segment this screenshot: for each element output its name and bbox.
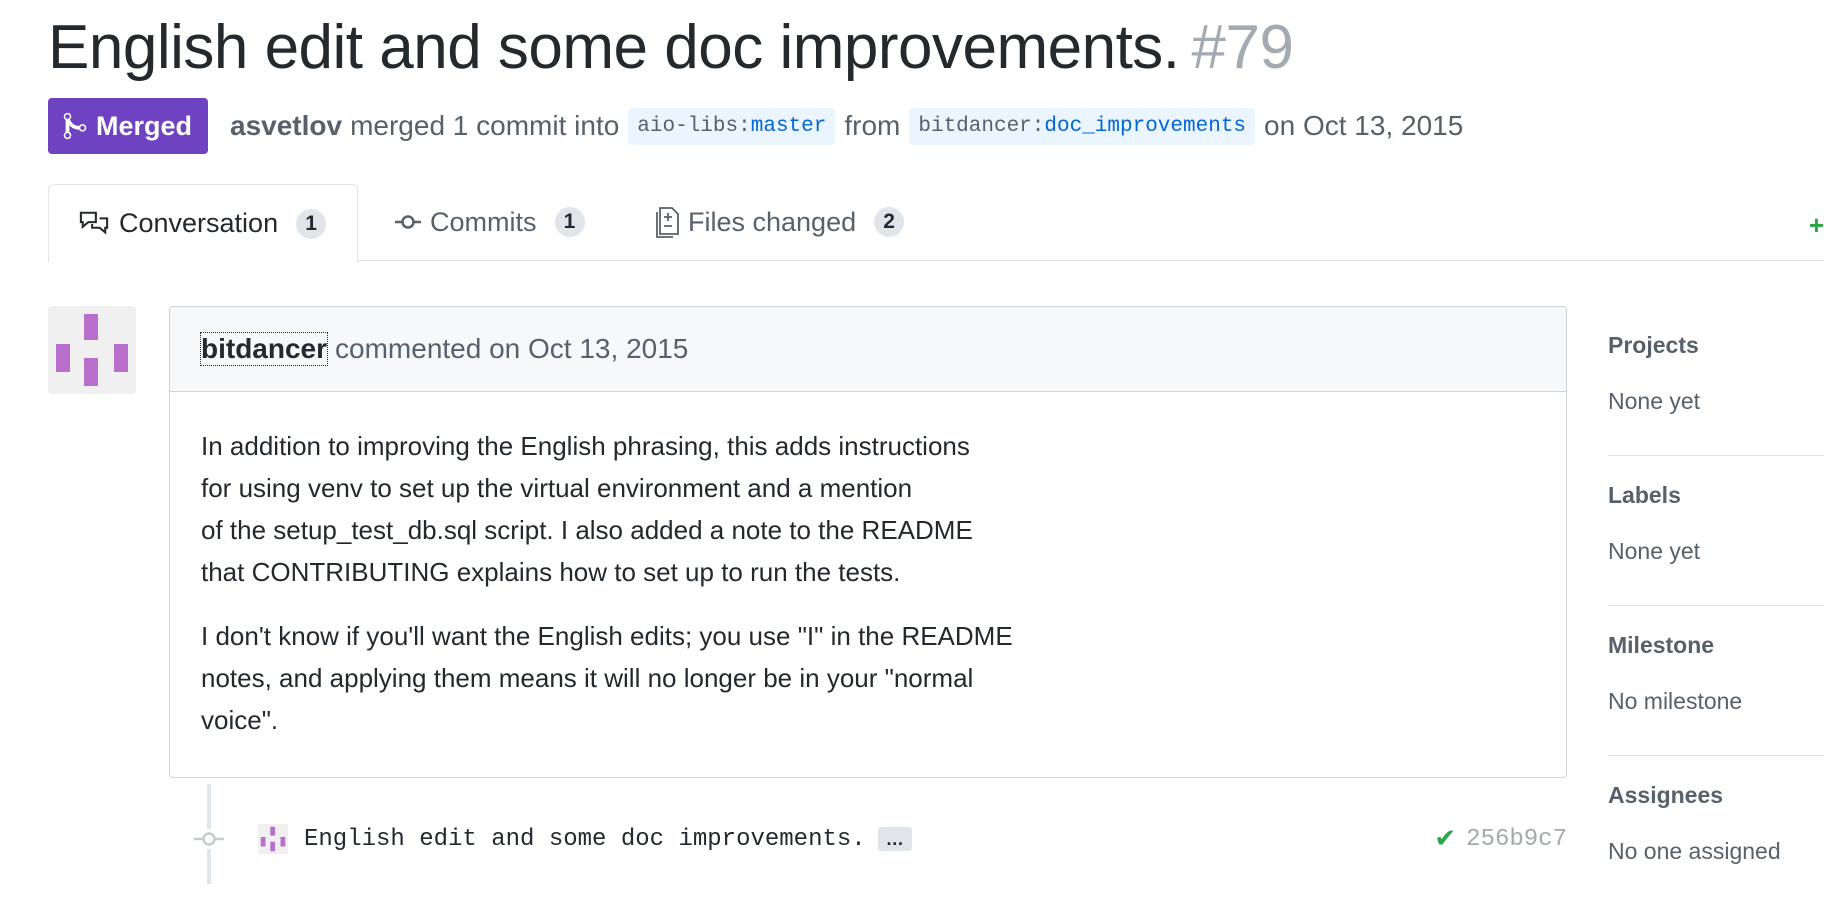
commit-sha-link[interactable]: 256b9c7: [1466, 826, 1567, 853]
base-repo-name: aio-libs: [637, 114, 739, 138]
avatar[interactable]: [48, 306, 136, 394]
tab-commits[interactable]: Commits 1: [394, 184, 585, 260]
comment-author-link[interactable]: bitdancer: [199, 332, 329, 366]
sidebar-heading: Assignees: [1608, 782, 1724, 808]
sidebar-value: None yet: [1608, 388, 1701, 414]
sidebar-value: No one assigned: [1608, 838, 1781, 864]
sidebar-projects: Projects None yet: [1608, 306, 1824, 456]
sidebar-value: None yet: [1608, 538, 1701, 564]
commit-node-icon: [190, 829, 228, 849]
tab-counter: 1: [554, 207, 585, 237]
git-merge-icon: [63, 112, 87, 140]
sidebar-heading: Milestone: [1608, 632, 1715, 658]
comment-timestamp[interactable]: commented on Oct 13, 2015: [335, 333, 688, 365]
sidebar-labels: Labels None yet: [1608, 456, 1824, 606]
merged-label: Merged: [96, 110, 193, 141]
comment-header: bitdancer commented on Oct 13, 2015: [170, 307, 1566, 392]
pr-number: #79: [1191, 13, 1294, 82]
pr-title: English edit and some doc improvements. #…: [48, 8, 1294, 88]
commit-author-avatar[interactable]: [258, 824, 288, 854]
tab-label: Commits: [430, 206, 537, 237]
tab-counter: 2: [874, 207, 905, 237]
check-icon[interactable]: ✔: [1434, 824, 1456, 854]
comment-body: In addition to improving the English phr…: [201, 425, 1521, 763]
head-repo-name: bitdancer: [918, 114, 1032, 138]
head-branch-name: doc_improvements: [1044, 114, 1247, 138]
merge-action-text: merged 1 commit into: [350, 110, 620, 141]
tab-counter: 1: [296, 208, 327, 239]
from-text: from: [844, 110, 901, 141]
identicon-image: [56, 314, 128, 386]
merger-author-link[interactable]: asvetlov: [230, 110, 342, 142]
tab-label: Files changed: [688, 206, 857, 237]
tab-files-changed[interactable]: Files changed 2: [656, 184, 905, 260]
comment-box: bitdancer commented on Oct 13, 2015 In a…: [169, 306, 1567, 778]
git-commit-icon: [395, 215, 421, 229]
sidebar-heading: Projects: [1608, 332, 1699, 358]
sidebar-heading: Labels: [1608, 482, 1681, 508]
sidebar-milestone: Milestone No milestone: [1608, 606, 1824, 756]
sidebar-value: No milestone: [1608, 688, 1743, 714]
merged-state-badge: Merged: [48, 98, 209, 154]
diff-icon: [656, 207, 679, 238]
pr-meta: asvetlov merged 1 commit into aio-libs:m…: [230, 98, 1463, 154]
tab-label: Conversation: [119, 208, 279, 238]
head-branch-ref[interactable]: bitdancer:doc_improvements: [909, 107, 1256, 145]
merge-date: on Oct 13, 2015: [1264, 110, 1464, 141]
branch-separator: :: [1031, 114, 1045, 138]
comment-paragraph: I don't know if you'll want the English …: [201, 621, 1013, 735]
pr-title-text: English edit and some doc improvements.: [48, 13, 1180, 82]
commit-status: ✔ 256b9c7: [1434, 824, 1567, 854]
timeline-commit: English edit and some doc improvements. …: [190, 816, 1567, 862]
branch-separator: :: [738, 114, 751, 138]
tab-conversation[interactable]: Conversation 1: [48, 184, 358, 262]
diffstat-additions: +: [1808, 210, 1824, 240]
commit-message-link[interactable]: English edit and some doc improvements.: [304, 826, 866, 853]
base-branch-name: master: [750, 114, 827, 138]
base-branch-ref[interactable]: aio-libs:master: [628, 107, 836, 145]
comment-discussion-icon: [79, 211, 109, 235]
discussion-sidebar: Projects None yet Labels None yet Milest…: [1608, 306, 1824, 906]
comment-paragraph: In addition to improving the English phr…: [201, 431, 973, 587]
expand-commit-message-button[interactable]: …: [877, 827, 912, 851]
